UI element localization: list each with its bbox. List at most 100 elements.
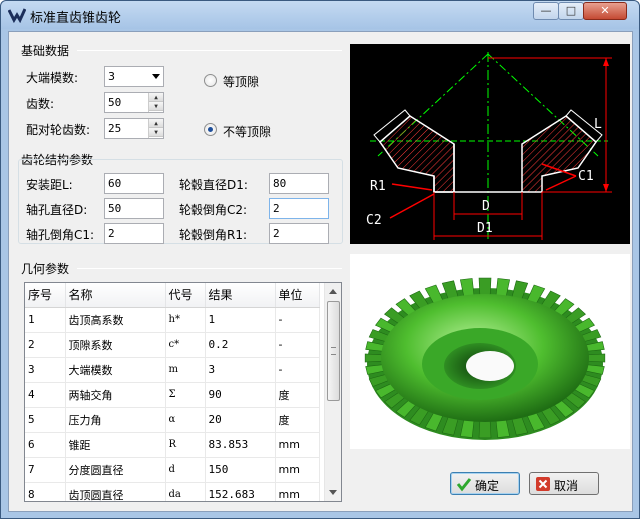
grip-icon [331, 347, 336, 355]
table-cell: 8 [25, 482, 66, 501]
cancel-button-label: 取消 [554, 479, 579, 493]
hub-diameter-label: 轮毂直径D1: [179, 178, 248, 192]
spin-down-icon[interactable]: ▼ [149, 102, 163, 111]
unequal-clearance-radio[interactable] [204, 123, 217, 136]
install-distance-field[interactable]: 60 [104, 173, 164, 194]
table-row[interactable]: 4 两轴交角 Σ 90 度 [25, 382, 320, 408]
gear-bore-hole [466, 351, 514, 381]
table-cell: 度 [275, 382, 320, 408]
bore-chamfer-field[interactable]: 2 [104, 223, 164, 244]
hub-diameter-field[interactable]: 80 [269, 173, 329, 194]
table-cell: 3 [25, 357, 66, 383]
bevel-gear-section-diagram: L D D1 R1 C2 C1 [350, 44, 630, 244]
column-header[interactable]: 代号 [165, 283, 206, 308]
hub-fillet-r1-field[interactable]: 2 [269, 223, 329, 244]
main-window: 标准直齿锥齿轮 — □ ✕ 基础数据 大端模数: 3 齿数: 50 ▲ ▼ 配对… [0, 0, 640, 519]
table-cell: - [275, 307, 320, 333]
basic-data-divider [77, 50, 342, 51]
table-cell: 两轴交角 [65, 382, 166, 408]
scroll-up-icon[interactable] [329, 289, 337, 294]
table-cell: mm [275, 432, 320, 458]
table-cell: 3 [205, 357, 276, 383]
table-cell: Σ [165, 382, 206, 408]
table-cell: 1 [25, 307, 66, 333]
table-cell: c* [165, 332, 206, 358]
section-drawing: L D D1 R1 C2 C1 [366, 52, 612, 240]
gear-3d-drawing [364, 277, 606, 440]
geometry-table[interactable]: 序号 名称 代号 结果 单位 1 齿顶高系数 h* 1 - 2 顶隙系数 c* … [24, 282, 342, 502]
spin-up-icon[interactable]: ▲ [149, 93, 163, 102]
d1-label: D1 [477, 221, 493, 236]
l-label: L [594, 117, 602, 132]
c1-label: C1 [578, 169, 594, 184]
table-cell: 20 [205, 407, 276, 433]
table-cell: 顶隙系数 [65, 332, 166, 358]
table-cell: 150 [205, 457, 276, 483]
table-cell: mm [275, 457, 320, 483]
table-cell: 90 [205, 382, 276, 408]
bore-diameter-field[interactable]: 50 [104, 198, 164, 219]
minimize-button[interactable]: — [533, 2, 559, 20]
table-cell: - [275, 332, 320, 358]
column-header[interactable]: 序号 [25, 283, 66, 308]
table-cell: 齿顶圆直径 [65, 482, 166, 501]
teeth-stepper[interactable]: 50 ▲ ▼ [104, 92, 164, 113]
mating-teeth-spin-buttons[interactable]: ▲ ▼ [148, 119, 163, 138]
table-row[interactable]: 6 锥距 R 83.853 mm [25, 432, 320, 458]
bore-chamfer-label: 轴孔倒角C1: [26, 228, 95, 242]
mating-teeth-label: 配对轮齿数: [26, 123, 91, 137]
table-cell: 压力角 [65, 407, 166, 433]
table-cell: 度 [275, 407, 320, 433]
table-cell: m [165, 357, 206, 383]
cancel-button[interactable]: 取消 [529, 472, 599, 495]
d-label: D [482, 199, 490, 214]
scroll-down-icon[interactable] [329, 490, 337, 495]
table-row[interactable]: 2 顶隙系数 c* 0.2 - [25, 332, 320, 358]
table-cell: - [275, 357, 320, 383]
arrow-down-icon [603, 184, 609, 192]
close-button[interactable]: ✕ [583, 2, 627, 20]
close-icon [536, 477, 550, 491]
column-header[interactable]: 单位 [275, 283, 320, 308]
table-row[interactable]: 1 齿顶高系数 h* 1 - [25, 307, 320, 333]
unequal-clearance-label[interactable]: 不等顶隙 [223, 123, 271, 140]
table-row[interactable]: 8 齿顶圆直径 da 152.683 mm [25, 482, 320, 501]
ok-button[interactable]: 确定 [450, 472, 520, 495]
equal-clearance-radio[interactable] [204, 74, 217, 87]
c1-leader-b [545, 175, 577, 191]
left-section-body [379, 115, 455, 193]
app-logo-icon [8, 8, 26, 23]
table-row[interactable]: 7 分度圆直径 d 150 mm [25, 457, 320, 483]
teeth-label: 齿数: [26, 97, 55, 111]
mating-teeth-stepper[interactable]: 25 ▲ ▼ [104, 118, 164, 139]
table-row[interactable]: 3 大端模数 m 3 - [25, 357, 320, 383]
geometry-group-title: 几何参数 [21, 262, 70, 276]
hub-chamfer-c2-label: 轮毂倒角C2: [179, 203, 248, 217]
spin-down-icon[interactable]: ▼ [149, 128, 163, 137]
title-bar[interactable]: 标准直齿锥齿轮 — □ ✕ [1, 1, 639, 29]
arrow-up-icon [603, 58, 609, 66]
hub-chamfer-c2-field[interactable]: 2 [269, 198, 329, 219]
table-row[interactable]: 5 压力角 α 20 度 [25, 407, 320, 433]
column-header[interactable]: 名称 [65, 283, 166, 308]
module-select[interactable]: 3 [104, 66, 164, 87]
table-cell: 6 [25, 432, 66, 458]
gear-3d-image [350, 254, 630, 449]
table-cell: 齿顶高系数 [65, 307, 166, 333]
scroll-thumb[interactable] [327, 301, 340, 401]
spin-up-icon[interactable]: ▲ [149, 119, 163, 128]
r1-label: R1 [370, 179, 386, 194]
table-scrollbar[interactable] [324, 283, 341, 501]
maximize-button[interactable]: □ [558, 2, 584, 20]
table-cell: 83.853 [205, 432, 276, 458]
teeth-spin-buttons[interactable]: ▲ ▼ [148, 93, 163, 112]
dialog-client: 基础数据 大端模数: 3 齿数: 50 ▲ ▼ 配对轮齿数: 25 ▲ ▼ 等顶… [8, 31, 633, 512]
r1-leader [391, 183, 433, 191]
table-cell: 大端模数 [65, 357, 166, 383]
c2-leader [389, 193, 435, 219]
mating-teeth-value: 25 [108, 122, 122, 135]
table-cell: mm [275, 482, 320, 501]
equal-clearance-label[interactable]: 等顶隙 [223, 73, 259, 90]
install-distance-label: 安装距L: [26, 178, 73, 192]
column-header[interactable]: 结果 [205, 283, 276, 308]
